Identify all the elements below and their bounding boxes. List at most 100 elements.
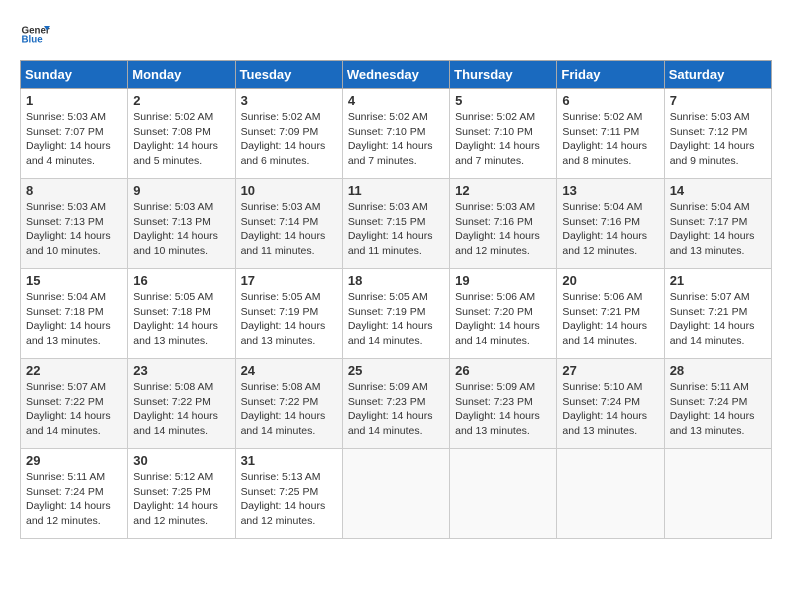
sunrise-text: Sunrise: 5:05 AM — [241, 291, 321, 303]
calendar-cell-26: 26 Sunrise: 5:09 AM Sunset: 7:23 PM Dayl… — [450, 359, 557, 449]
calendar-cell-30: 30 Sunrise: 5:12 AM Sunset: 7:25 PM Dayl… — [128, 449, 235, 539]
sunrise-text: Sunrise: 5:04 AM — [670, 201, 750, 213]
sunrise-text: Sunrise: 5:03 AM — [455, 201, 535, 213]
sunrise-text: Sunrise: 5:12 AM — [133, 471, 213, 483]
day-number: 31 — [241, 453, 337, 468]
weekday-header-wednesday: Wednesday — [342, 61, 449, 89]
day-number: 23 — [133, 363, 229, 378]
day-info: Sunrise: 5:02 AM Sunset: 7:10 PM Dayligh… — [348, 110, 444, 169]
daylight-text: Daylight: 14 hours and 13 minutes. — [26, 320, 111, 347]
daylight-text: Daylight: 14 hours and 12 minutes. — [241, 500, 326, 527]
weekday-header-tuesday: Tuesday — [235, 61, 342, 89]
day-info: Sunrise: 5:12 AM Sunset: 7:25 PM Dayligh… — [133, 470, 229, 529]
sunrise-text: Sunrise: 5:04 AM — [26, 291, 106, 303]
day-number: 9 — [133, 183, 229, 198]
day-info: Sunrise: 5:05 AM Sunset: 7:19 PM Dayligh… — [348, 290, 444, 349]
sunset-text: Sunset: 7:07 PM — [26, 126, 104, 138]
day-info: Sunrise: 5:07 AM Sunset: 7:21 PM Dayligh… — [670, 290, 766, 349]
sunset-text: Sunset: 7:24 PM — [562, 396, 640, 408]
daylight-text: Daylight: 14 hours and 7 minutes. — [455, 140, 540, 167]
sunrise-text: Sunrise: 5:08 AM — [241, 381, 321, 393]
day-number: 6 — [562, 93, 658, 108]
calendar-cell-23: 23 Sunrise: 5:08 AM Sunset: 7:22 PM Dayl… — [128, 359, 235, 449]
calendar-week-4: 22 Sunrise: 5:07 AM Sunset: 7:22 PM Dayl… — [21, 359, 772, 449]
day-info: Sunrise: 5:09 AM Sunset: 7:23 PM Dayligh… — [348, 380, 444, 439]
calendar-cell-1: 1 Sunrise: 5:03 AM Sunset: 7:07 PM Dayli… — [21, 89, 128, 179]
daylight-text: Daylight: 14 hours and 13 minutes. — [670, 410, 755, 437]
sunset-text: Sunset: 7:19 PM — [241, 306, 319, 318]
daylight-text: Daylight: 14 hours and 13 minutes. — [455, 410, 540, 437]
sunset-text: Sunset: 7:22 PM — [241, 396, 319, 408]
calendar-week-5: 29 Sunrise: 5:11 AM Sunset: 7:24 PM Dayl… — [21, 449, 772, 539]
daylight-text: Daylight: 14 hours and 7 minutes. — [348, 140, 433, 167]
sunset-text: Sunset: 7:24 PM — [670, 396, 748, 408]
sunset-text: Sunset: 7:10 PM — [348, 126, 426, 138]
daylight-text: Daylight: 14 hours and 6 minutes. — [241, 140, 326, 167]
daylight-text: Daylight: 14 hours and 9 minutes. — [670, 140, 755, 167]
daylight-text: Daylight: 14 hours and 11 minutes. — [241, 230, 326, 257]
calendar-cell-3: 3 Sunrise: 5:02 AM Sunset: 7:09 PM Dayli… — [235, 89, 342, 179]
daylight-text: Daylight: 14 hours and 4 minutes. — [26, 140, 111, 167]
calendar-cell-6: 6 Sunrise: 5:02 AM Sunset: 7:11 PM Dayli… — [557, 89, 664, 179]
sunset-text: Sunset: 7:08 PM — [133, 126, 211, 138]
calendar-cell-10: 10 Sunrise: 5:03 AM Sunset: 7:14 PM Dayl… — [235, 179, 342, 269]
calendar-cell-25: 25 Sunrise: 5:09 AM Sunset: 7:23 PM Dayl… — [342, 359, 449, 449]
day-info: Sunrise: 5:04 AM Sunset: 7:18 PM Dayligh… — [26, 290, 122, 349]
day-number: 5 — [455, 93, 551, 108]
sunset-text: Sunset: 7:16 PM — [455, 216, 533, 228]
day-info: Sunrise: 5:08 AM Sunset: 7:22 PM Dayligh… — [133, 380, 229, 439]
sunrise-text: Sunrise: 5:09 AM — [348, 381, 428, 393]
daylight-text: Daylight: 14 hours and 13 minutes. — [670, 230, 755, 257]
calendar-cell-31: 31 Sunrise: 5:13 AM Sunset: 7:25 PM Dayl… — [235, 449, 342, 539]
day-info: Sunrise: 5:11 AM Sunset: 7:24 PM Dayligh… — [26, 470, 122, 529]
sunset-text: Sunset: 7:14 PM — [241, 216, 319, 228]
day-info: Sunrise: 5:13 AM Sunset: 7:25 PM Dayligh… — [241, 470, 337, 529]
day-info: Sunrise: 5:03 AM Sunset: 7:14 PM Dayligh… — [241, 200, 337, 259]
day-number: 1 — [26, 93, 122, 108]
calendar-cell-15: 15 Sunrise: 5:04 AM Sunset: 7:18 PM Dayl… — [21, 269, 128, 359]
day-info: Sunrise: 5:02 AM Sunset: 7:09 PM Dayligh… — [241, 110, 337, 169]
calendar-cell-9: 9 Sunrise: 5:03 AM Sunset: 7:13 PM Dayli… — [128, 179, 235, 269]
sunset-text: Sunset: 7:21 PM — [562, 306, 640, 318]
calendar-cell-27: 27 Sunrise: 5:10 AM Sunset: 7:24 PM Dayl… — [557, 359, 664, 449]
sunrise-text: Sunrise: 5:02 AM — [348, 111, 428, 123]
sunrise-text: Sunrise: 5:02 AM — [241, 111, 321, 123]
day-info: Sunrise: 5:04 AM Sunset: 7:16 PM Dayligh… — [562, 200, 658, 259]
sunset-text: Sunset: 7:23 PM — [348, 396, 426, 408]
day-number: 22 — [26, 363, 122, 378]
calendar-cell-11: 11 Sunrise: 5:03 AM Sunset: 7:15 PM Dayl… — [342, 179, 449, 269]
daylight-text: Daylight: 14 hours and 13 minutes. — [133, 320, 218, 347]
day-number: 29 — [26, 453, 122, 468]
daylight-text: Daylight: 14 hours and 14 minutes. — [455, 320, 540, 347]
day-number: 21 — [670, 273, 766, 288]
day-info: Sunrise: 5:11 AM Sunset: 7:24 PM Dayligh… — [670, 380, 766, 439]
weekday-header-row: SundayMondayTuesdayWednesdayThursdayFrid… — [21, 61, 772, 89]
day-number: 19 — [455, 273, 551, 288]
calendar-cell-8: 8 Sunrise: 5:03 AM Sunset: 7:13 PM Dayli… — [21, 179, 128, 269]
sunset-text: Sunset: 7:23 PM — [455, 396, 533, 408]
sunrise-text: Sunrise: 5:13 AM — [241, 471, 321, 483]
day-number: 7 — [670, 93, 766, 108]
calendar-cell-empty — [557, 449, 664, 539]
daylight-text: Daylight: 14 hours and 12 minutes. — [455, 230, 540, 257]
day-number: 25 — [348, 363, 444, 378]
calendar-cell-22: 22 Sunrise: 5:07 AM Sunset: 7:22 PM Dayl… — [21, 359, 128, 449]
day-number: 3 — [241, 93, 337, 108]
day-info: Sunrise: 5:02 AM Sunset: 7:11 PM Dayligh… — [562, 110, 658, 169]
sunrise-text: Sunrise: 5:11 AM — [26, 471, 105, 483]
sunset-text: Sunset: 7:12 PM — [670, 126, 748, 138]
daylight-text: Daylight: 14 hours and 14 minutes. — [562, 320, 647, 347]
sunrise-text: Sunrise: 5:06 AM — [455, 291, 535, 303]
sunrise-text: Sunrise: 5:02 AM — [133, 111, 213, 123]
calendar-cell-21: 21 Sunrise: 5:07 AM Sunset: 7:21 PM Dayl… — [664, 269, 771, 359]
calendar-table: SundayMondayTuesdayWednesdayThursdayFrid… — [20, 60, 772, 539]
day-number: 16 — [133, 273, 229, 288]
day-number: 15 — [26, 273, 122, 288]
daylight-text: Daylight: 14 hours and 12 minutes. — [562, 230, 647, 257]
calendar-cell-4: 4 Sunrise: 5:02 AM Sunset: 7:10 PM Dayli… — [342, 89, 449, 179]
day-info: Sunrise: 5:02 AM Sunset: 7:08 PM Dayligh… — [133, 110, 229, 169]
day-number: 10 — [241, 183, 337, 198]
sunrise-text: Sunrise: 5:07 AM — [26, 381, 106, 393]
calendar-cell-5: 5 Sunrise: 5:02 AM Sunset: 7:10 PM Dayli… — [450, 89, 557, 179]
day-number: 14 — [670, 183, 766, 198]
